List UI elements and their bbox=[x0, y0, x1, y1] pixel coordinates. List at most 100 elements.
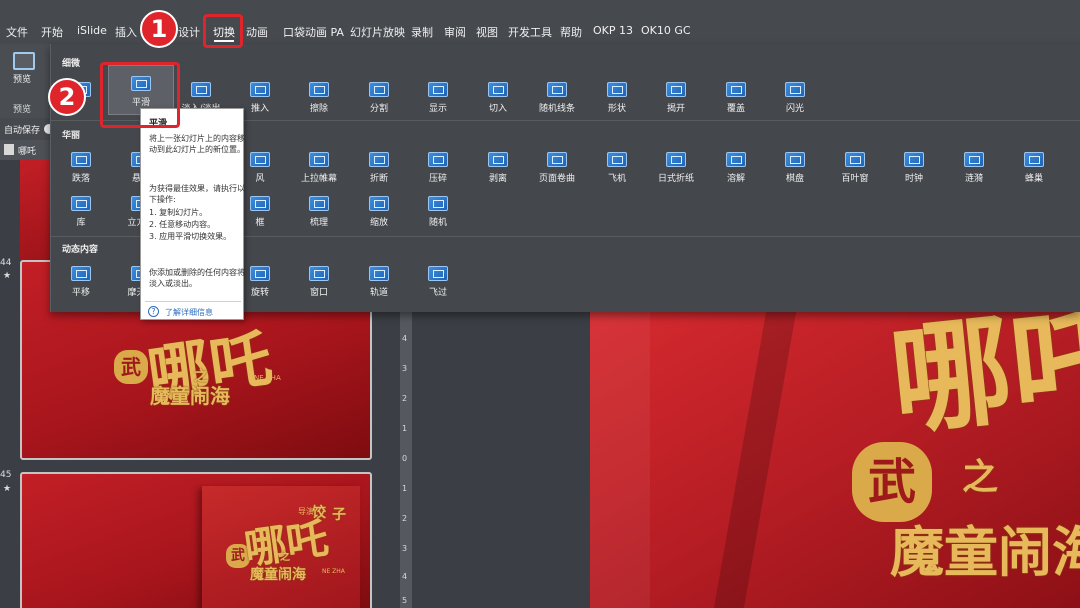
transition-crush[interactable]: 压碎 bbox=[410, 148, 466, 192]
help-icon: ? bbox=[148, 306, 159, 317]
transition-blinds[interactable]: 百叶窗 bbox=[827, 148, 883, 192]
transition-honeycomb[interactable]: 蜂巢 bbox=[1006, 148, 1062, 192]
transition-label: 擦除 bbox=[309, 104, 328, 114]
slide-transition-star-icon: ★ bbox=[3, 271, 12, 281]
slide-fold-light bbox=[590, 312, 650, 608]
tab-file[interactable]: 文件 bbox=[6, 24, 28, 40]
callout-box-transitions-tab bbox=[203, 14, 243, 48]
transition-orbit[interactable]: 轨道 bbox=[351, 262, 407, 306]
transition-label: 窗口 bbox=[309, 288, 328, 298]
preview-button[interactable]: 预览 bbox=[13, 72, 31, 85]
tab-review[interactable]: 审阅 bbox=[444, 24, 466, 40]
transition-ripple-icon bbox=[964, 152, 984, 167]
preview-icon[interactable] bbox=[13, 52, 35, 70]
transition-wipe[interactable]: 擦除 bbox=[291, 78, 347, 122]
smooth-transition-tooltip: 平滑 将上一张幻灯片上的内容移动到此幻灯片上的新位置。 为获得最佳效果，请执行以… bbox=[140, 108, 245, 320]
transition-fall-over-icon bbox=[71, 152, 91, 167]
tab-slideshow[interactable]: 幻灯片放映 bbox=[350, 24, 405, 40]
transition-random-icon bbox=[428, 196, 448, 211]
learn-more-link[interactable]: 了解详细信息 bbox=[165, 307, 213, 318]
transition-label: 覆盖 bbox=[726, 104, 745, 114]
transition-uncover-icon bbox=[666, 82, 686, 97]
transition-gallery-icon bbox=[71, 196, 91, 211]
tab-okp13[interactable]: OKP 13 bbox=[593, 24, 633, 37]
tab-insert[interactable]: 插入 bbox=[115, 24, 137, 40]
transition-window[interactable]: 窗口 bbox=[291, 262, 347, 306]
transition-label: 闪光 bbox=[785, 104, 804, 114]
tooltip-description: 将上一张幻灯片上的内容移动到此幻灯片上的新位置。 bbox=[149, 134, 245, 154]
transition-label: 梳理 bbox=[309, 218, 328, 228]
ruler-number: 5 bbox=[402, 596, 408, 605]
transition-clock[interactable]: 时钟 bbox=[886, 148, 942, 192]
transition-fly-through[interactable]: 飞过 bbox=[410, 262, 466, 306]
transition-checkerboard[interactable]: 棋盘 bbox=[767, 148, 823, 192]
section-label-subtle: 细微 bbox=[62, 59, 81, 69]
transition-split[interactable]: 分割 bbox=[351, 78, 407, 122]
slide-thumbnail-partial[interactable] bbox=[20, 160, 50, 260]
tooltip-instructions: 为获得最佳效果，请执行以下操作: bbox=[149, 184, 245, 204]
transition-page-curl[interactable]: 页面卷曲 bbox=[529, 148, 585, 192]
transition-peel-off-icon bbox=[488, 152, 508, 167]
transition-gallery-item[interactable]: 库 bbox=[53, 192, 109, 236]
transition-label: 折断 bbox=[369, 174, 388, 184]
tab-design[interactable]: 设计 bbox=[178, 24, 200, 40]
transition-checkerboard-icon bbox=[785, 152, 805, 167]
slide-editing-canvas[interactable]: 哪吒 武 之 魔童闹海 bbox=[590, 312, 1080, 608]
transition-honeycomb-icon bbox=[1024, 152, 1044, 167]
preview-group: 预览 预览 bbox=[0, 44, 50, 118]
slide-tagline-art: 魔童闹海 bbox=[250, 567, 306, 583]
transition-airplane[interactable]: 飞机 bbox=[589, 148, 645, 192]
transition-pan[interactable]: 平移 bbox=[53, 262, 109, 306]
transition-uncover[interactable]: 揭开 bbox=[648, 78, 704, 122]
transition-wipe-icon bbox=[309, 82, 329, 97]
transition-blinds-icon bbox=[845, 152, 865, 167]
document-tab-label: 哪吒 bbox=[18, 147, 37, 157]
document-tab[interactable]: 哪吒 bbox=[0, 140, 52, 160]
tooltip-step: 3. 应用平滑切换效果。 bbox=[149, 232, 232, 241]
transition-cover[interactable]: 覆盖 bbox=[708, 78, 764, 122]
transition-shape[interactable]: 形状 bbox=[589, 78, 645, 122]
transition-pan-icon bbox=[71, 266, 91, 281]
transition-cut[interactable]: 切入 bbox=[470, 78, 526, 122]
transition-airplane-icon bbox=[607, 152, 627, 167]
tab-islide[interactable]: iSlide bbox=[77, 24, 107, 37]
tab-record[interactable]: 录制 bbox=[411, 24, 433, 40]
tooltip-step: 2. 任意移动内容。 bbox=[149, 220, 216, 229]
slide-number: 44 bbox=[0, 258, 12, 268]
transition-random[interactable]: 随机 bbox=[410, 192, 466, 236]
transition-origami[interactable]: 日式折纸 bbox=[648, 148, 704, 192]
tab-ok10gc[interactable]: OK10 GC bbox=[641, 24, 691, 37]
transition-fall-over[interactable]: 跌落 bbox=[53, 148, 109, 192]
tab-animations[interactable]: 动画 bbox=[246, 24, 268, 40]
tab-home[interactable]: 开始 bbox=[41, 24, 63, 40]
transition-zoom[interactable]: 缩放 bbox=[351, 192, 407, 236]
transition-label: 随机 bbox=[428, 218, 447, 228]
transition-label: 溶解 bbox=[726, 174, 745, 184]
transition-fracture[interactable]: 折断 bbox=[351, 148, 407, 192]
transition-label: 轨道 bbox=[369, 288, 388, 298]
transition-comb[interactable]: 梳理 bbox=[291, 192, 347, 236]
transition-ripple[interactable]: 涟漪 bbox=[946, 148, 1002, 192]
transition-label: 切入 bbox=[488, 104, 507, 114]
section-label-dynamic: 动态内容 bbox=[62, 245, 99, 255]
transition-reveal[interactable]: 显示 bbox=[410, 78, 466, 122]
tab-developer[interactable]: 开发工具 bbox=[508, 24, 552, 40]
canvas-title-art: 哪吒 bbox=[884, 312, 1080, 453]
callout-badge-2: 2 bbox=[48, 78, 86, 116]
transition-label: 百叶窗 bbox=[841, 174, 869, 184]
transition-label: 时钟 bbox=[904, 174, 923, 184]
transition-curtains[interactable]: 上拉帷幕 bbox=[291, 148, 347, 192]
ruler-number: 1 bbox=[402, 424, 408, 433]
tab-help[interactable]: 帮助 bbox=[560, 24, 582, 40]
transition-label: 形状 bbox=[607, 104, 626, 114]
tab-pocket-animation[interactable]: 口袋动画 PA bbox=[283, 24, 344, 40]
transition-flash[interactable]: 闪光 bbox=[767, 78, 823, 122]
transition-label: 棋盘 bbox=[785, 174, 804, 184]
tab-view[interactable]: 视图 bbox=[476, 24, 498, 40]
slide-thumbnail-45[interactable]: 导演 饺 子 武 哪吒 之 魔童闹海 NE ZHA bbox=[20, 472, 372, 608]
transition-orbit-icon bbox=[369, 266, 389, 281]
transition-random-bars[interactable]: 随机线条 bbox=[529, 78, 585, 122]
transition-dissolve[interactable]: 溶解 bbox=[708, 148, 764, 192]
seal-mark: 武 bbox=[114, 350, 148, 384]
transition-peel-off[interactable]: 剥离 bbox=[470, 148, 526, 192]
